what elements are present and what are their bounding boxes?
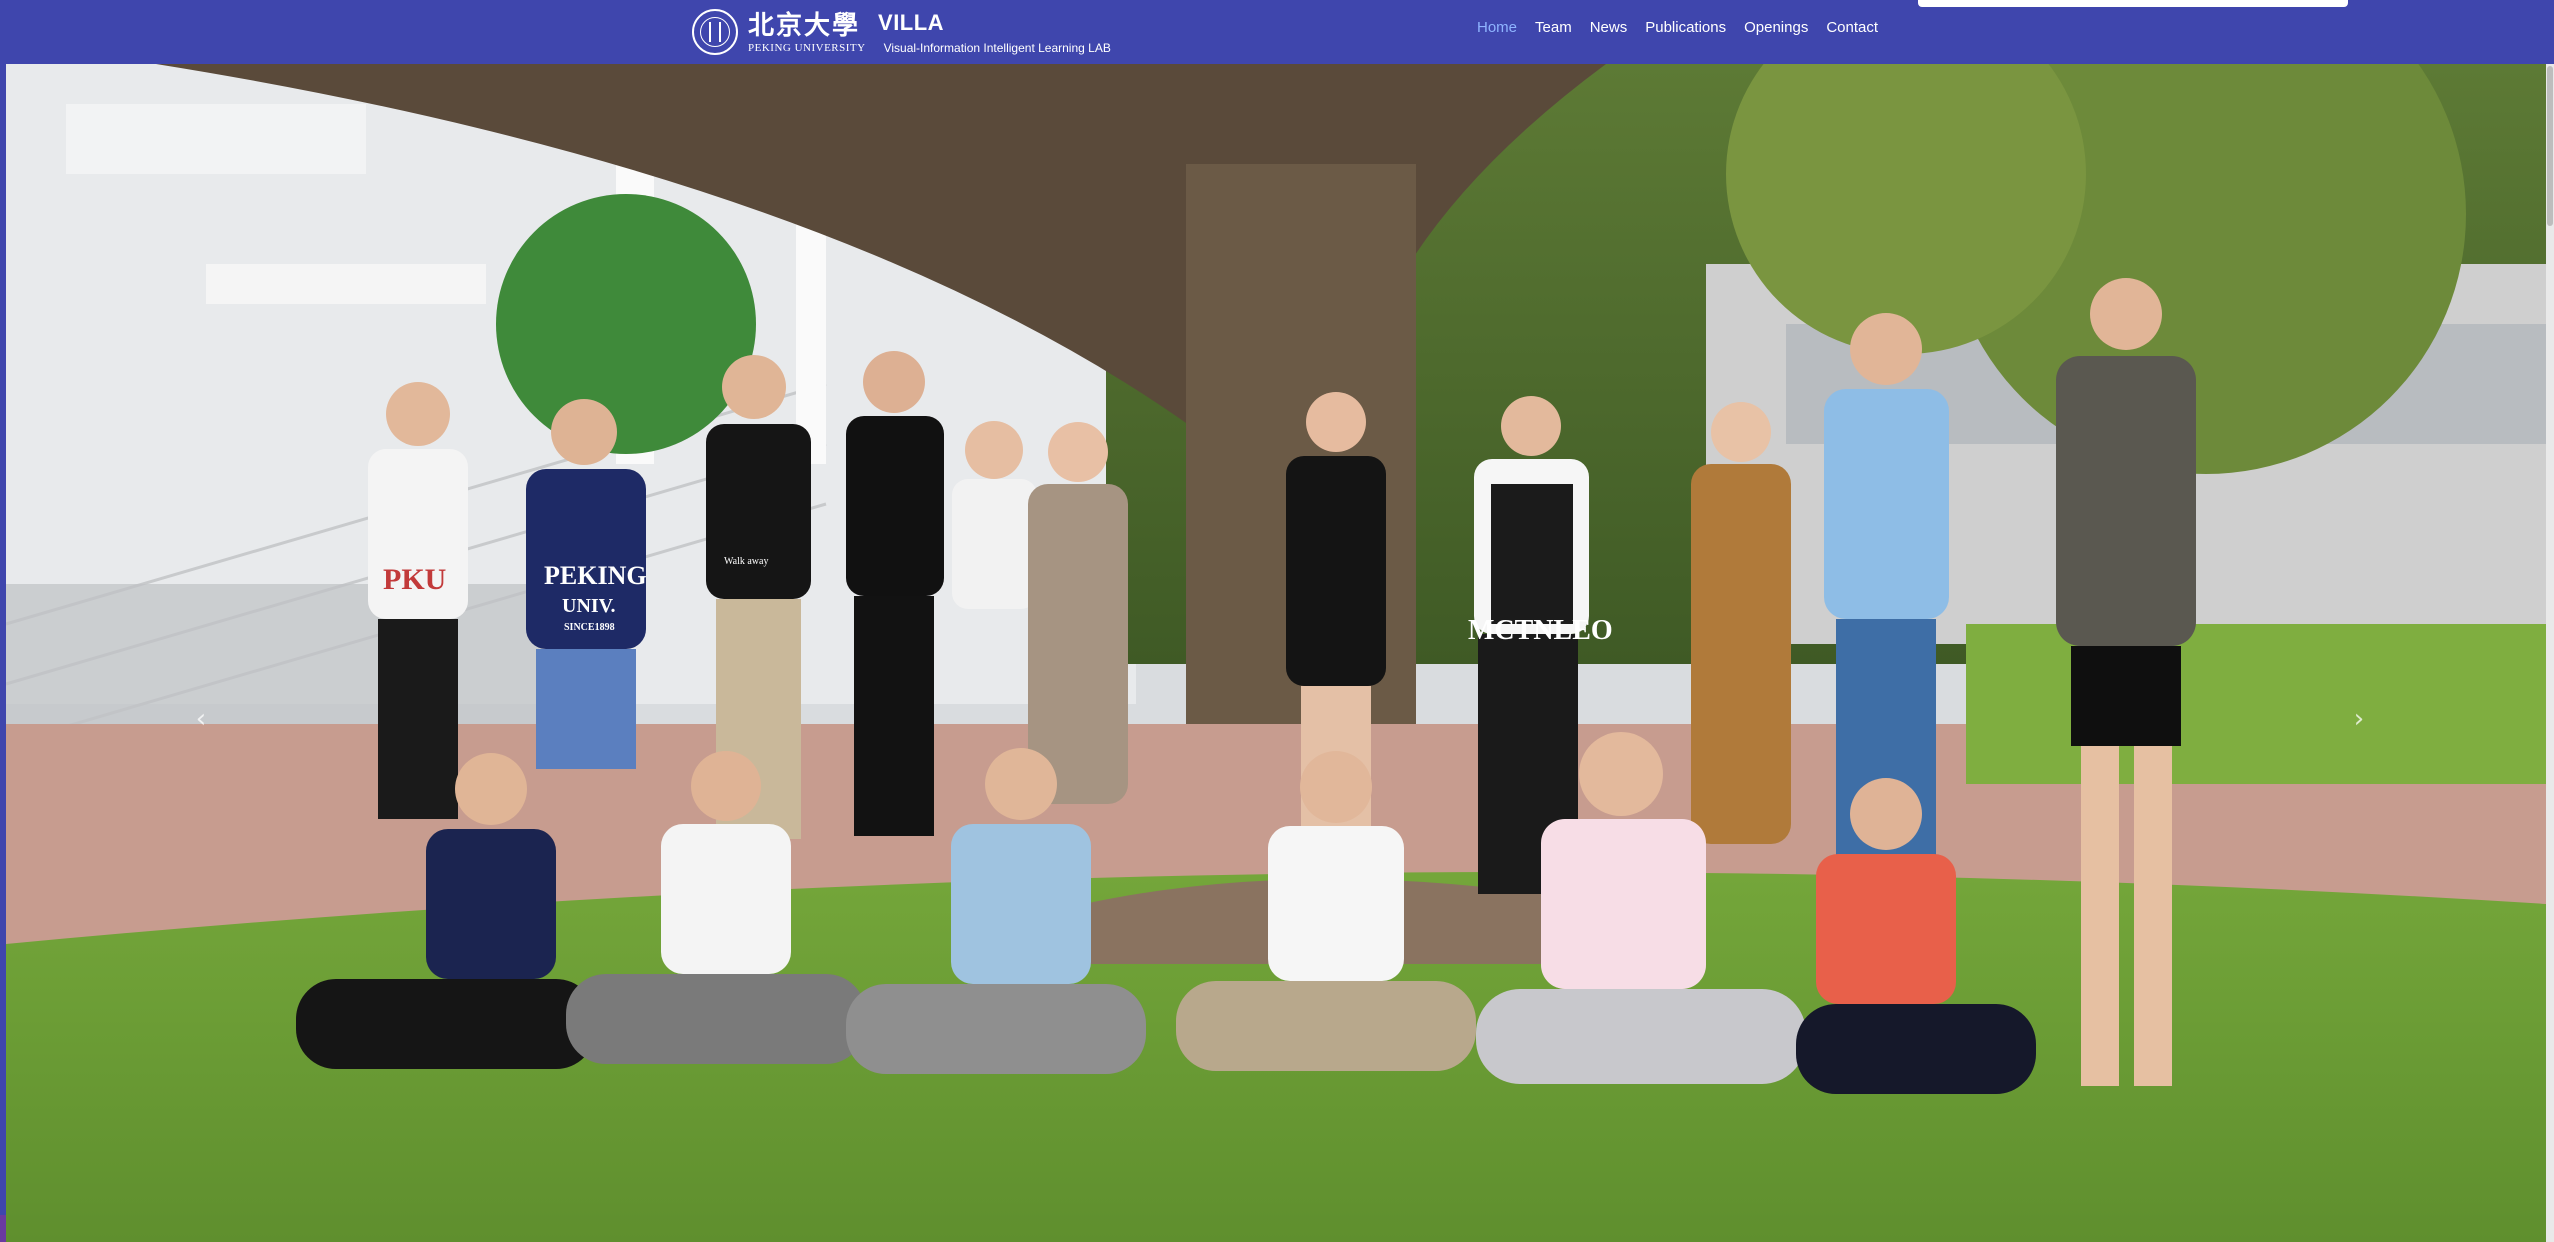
chevron-right-icon: › bbox=[2353, 704, 2365, 734]
shirt-text-peking: PEKING bbox=[544, 561, 647, 590]
shirt-text-pku: PKU bbox=[383, 563, 446, 596]
scrollbar[interactable] bbox=[2546, 64, 2554, 1242]
carousel-prev-button[interactable]: ‹ bbox=[186, 704, 216, 734]
nav-openings[interactable]: Openings bbox=[1735, 18, 1817, 38]
brand-bottom: PEKING UNIVERSITY Visual-Information Int… bbox=[748, 39, 1111, 57]
nav-contact[interactable]: Contact bbox=[1817, 18, 1887, 38]
shirt-text-walk-away: Walk away bbox=[724, 556, 768, 567]
scrollbar-thumb[interactable] bbox=[2547, 66, 2553, 226]
shirt-text-mctnleo: MCTNLEO bbox=[1468, 615, 1613, 646]
brand-name-en: PEKING UNIVERSITY bbox=[748, 42, 866, 54]
chevron-left-icon: ‹ bbox=[195, 704, 207, 734]
brand-text: 北京大學 VILLA PEKING UNIVERSITY Visual-Info… bbox=[748, 7, 1111, 57]
brand-logo-link[interactable]: 北京大學 VILLA PEKING UNIVERSITY Visual-Info… bbox=[692, 4, 1111, 60]
shirt-text-univ: UNIV. bbox=[562, 595, 616, 617]
group-photo: PKU PEKING UNIV. SINCE1898 Walk away MCT… bbox=[6, 64, 2546, 1242]
brand-name-cn: 北京大學 bbox=[748, 10, 861, 41]
brand-lab-short: VILLA bbox=[878, 10, 945, 35]
shirt-text-since: SINCE1898 bbox=[564, 622, 615, 633]
brand-lab-full: Visual-Information Intelligent Learning … bbox=[883, 41, 1111, 55]
navbar: 北京大學 VILLA PEKING UNIVERSITY Visual-Info… bbox=[6, 0, 2554, 64]
brand-top: 北京大學 VILLA bbox=[748, 7, 1111, 41]
page: 北京大學 VILLA PEKING UNIVERSITY Visual-Info… bbox=[0, 0, 2554, 1242]
nav-news[interactable]: News bbox=[1581, 18, 1637, 38]
nav-publications[interactable]: Publications bbox=[1636, 18, 1735, 38]
nav-team[interactable]: Team bbox=[1526, 18, 1581, 38]
nav-home[interactable]: Home bbox=[1468, 18, 1526, 38]
search-input[interactable] bbox=[1918, 0, 2348, 7]
hero-carousel: PKU PEKING UNIV. SINCE1898 Walk away MCT… bbox=[6, 64, 2546, 1242]
peking-university-seal-icon bbox=[692, 9, 738, 55]
carousel-next-button[interactable]: › bbox=[2344, 704, 2374, 734]
main-nav: Home Team News Publications Openings Con… bbox=[1468, 18, 1887, 38]
